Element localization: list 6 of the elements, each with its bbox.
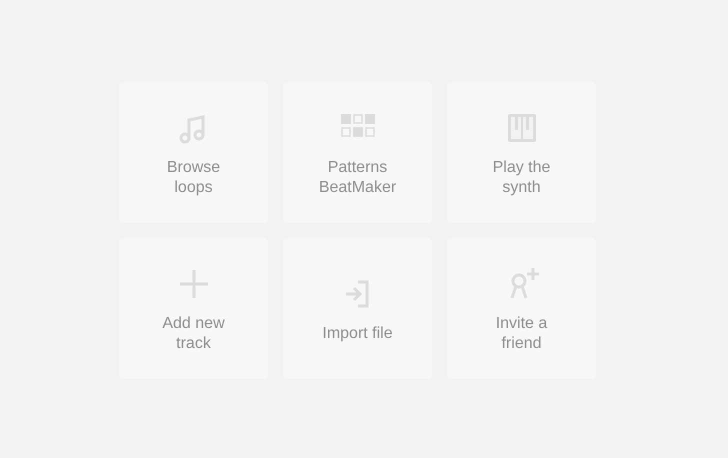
action-tile[interactable]: Import file <box>283 238 432 379</box>
action-tile[interactable]: Play the synth <box>447 82 596 223</box>
action-tile[interactable]: Patterns BeatMaker <box>283 82 432 223</box>
action-tile[interactable]: Browse loops <box>119 82 268 223</box>
action-tile[interactable]: Add new track <box>119 238 268 379</box>
action-tile[interactable]: Invite a friend <box>447 238 596 379</box>
